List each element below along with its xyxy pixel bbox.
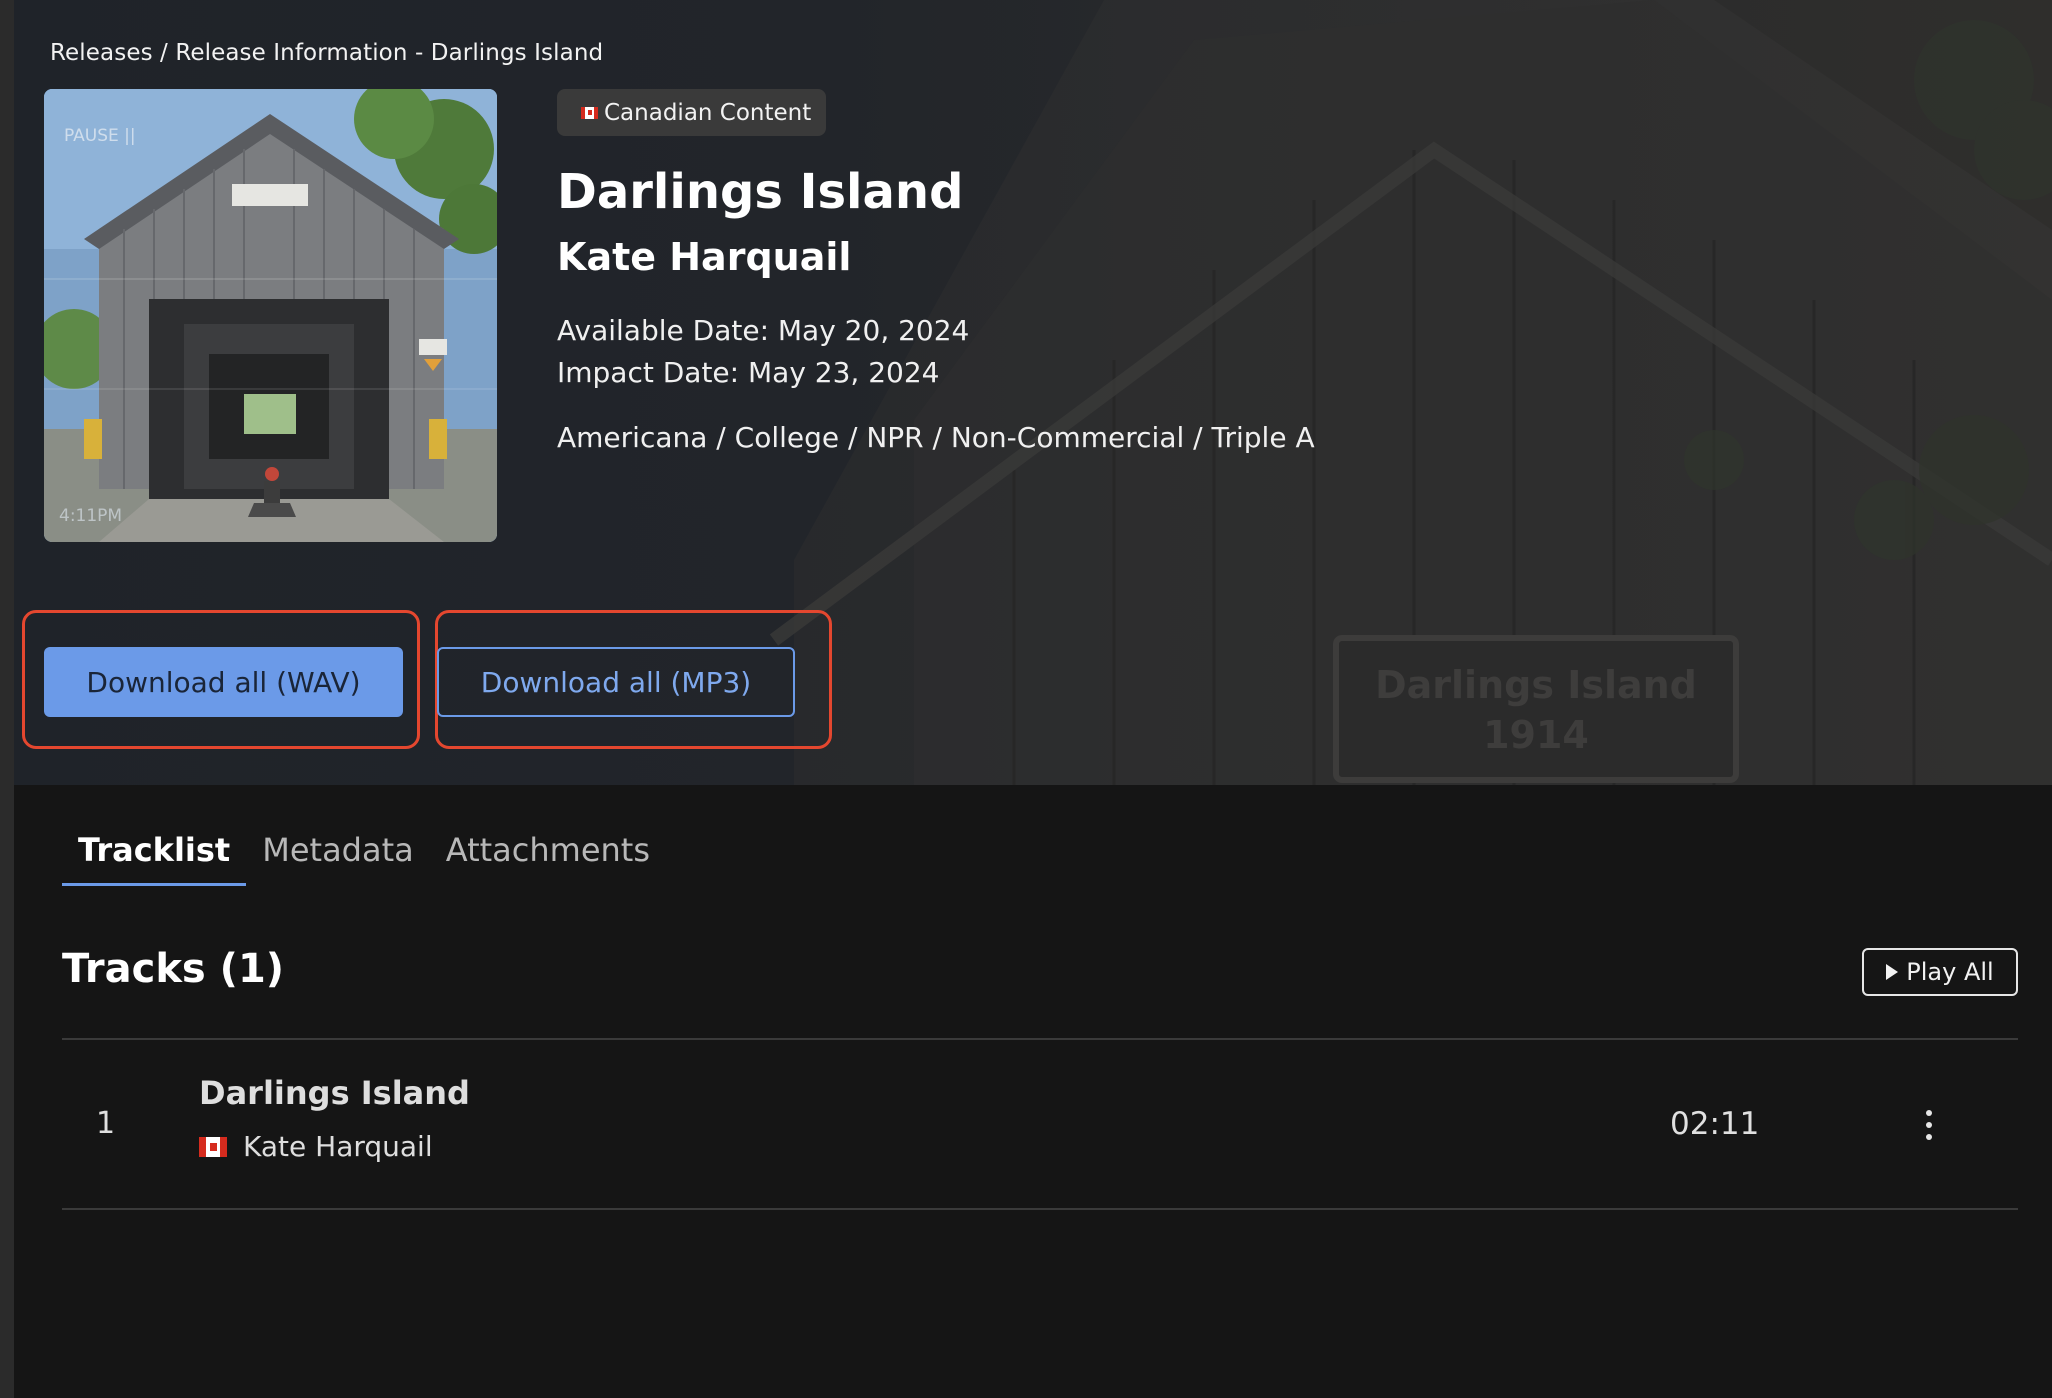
release-artist: Kate Harquail [557,235,852,279]
canadian-content-badge: Canadian Content [557,89,827,136]
release-hero: Darlings Island 1914 Releases / Release … [14,0,2052,785]
breadcrumb[interactable]: Releases / Release Information - Darling… [50,40,603,66]
download-wav-button[interactable]: Download all (WAV) [44,647,403,717]
play-icon [1886,964,1899,980]
kebab-menu-icon[interactable] [1922,1110,1936,1140]
track-title[interactable]: Darlings Island [199,1074,470,1112]
badge-label: Canadian Content [604,99,812,126]
tab-metadata[interactable]: Metadata [246,826,430,886]
release-tabs: Tracklist Metadata Attachments [62,826,666,886]
cover-overlay-top: PAUSE || [64,126,136,146]
download-mp3-button[interactable]: Download all (MP3) [437,647,795,717]
tab-attachments[interactable]: Attachments [430,826,666,886]
canada-flag-icon [581,106,598,119]
canada-flag-icon [199,1136,227,1157]
background-sign-line1: Darlings Island [1375,663,1697,707]
release-title: Darlings Island [557,164,964,220]
background-sign-line2: 1914 [1483,713,1589,757]
available-date: Available Date: May 20, 2024 [557,314,970,347]
track-divider-bottom [62,1208,2018,1210]
album-cover: PAUSE || 4:11PM [44,89,497,542]
track-number: 1 [96,1106,116,1141]
impact-date: Impact Date: May 23, 2024 [557,356,940,389]
track-artist-row: Kate Harquail [199,1130,433,1163]
tab-tracklist[interactable]: Tracklist [62,826,247,886]
release-formats: Americana / College / NPR / Non-Commerci… [557,421,1315,454]
track-artist: Kate Harquail [243,1130,433,1163]
page: Darlings Island 1914 Releases / Release … [0,0,2052,1398]
play-all-button[interactable]: Play All [1862,948,2018,996]
track-duration: 02:11 [1670,1106,1760,1142]
tracks-heading: Tracks (1) [62,946,285,992]
play-all-label: Play All [1906,958,1994,986]
left-edge-strip [0,0,14,1398]
table-row[interactable]: 1 Darlings Island Kate Harquail 02:11 [62,1040,2018,1208]
cover-overlay-bottom: 4:11PM [59,506,122,526]
